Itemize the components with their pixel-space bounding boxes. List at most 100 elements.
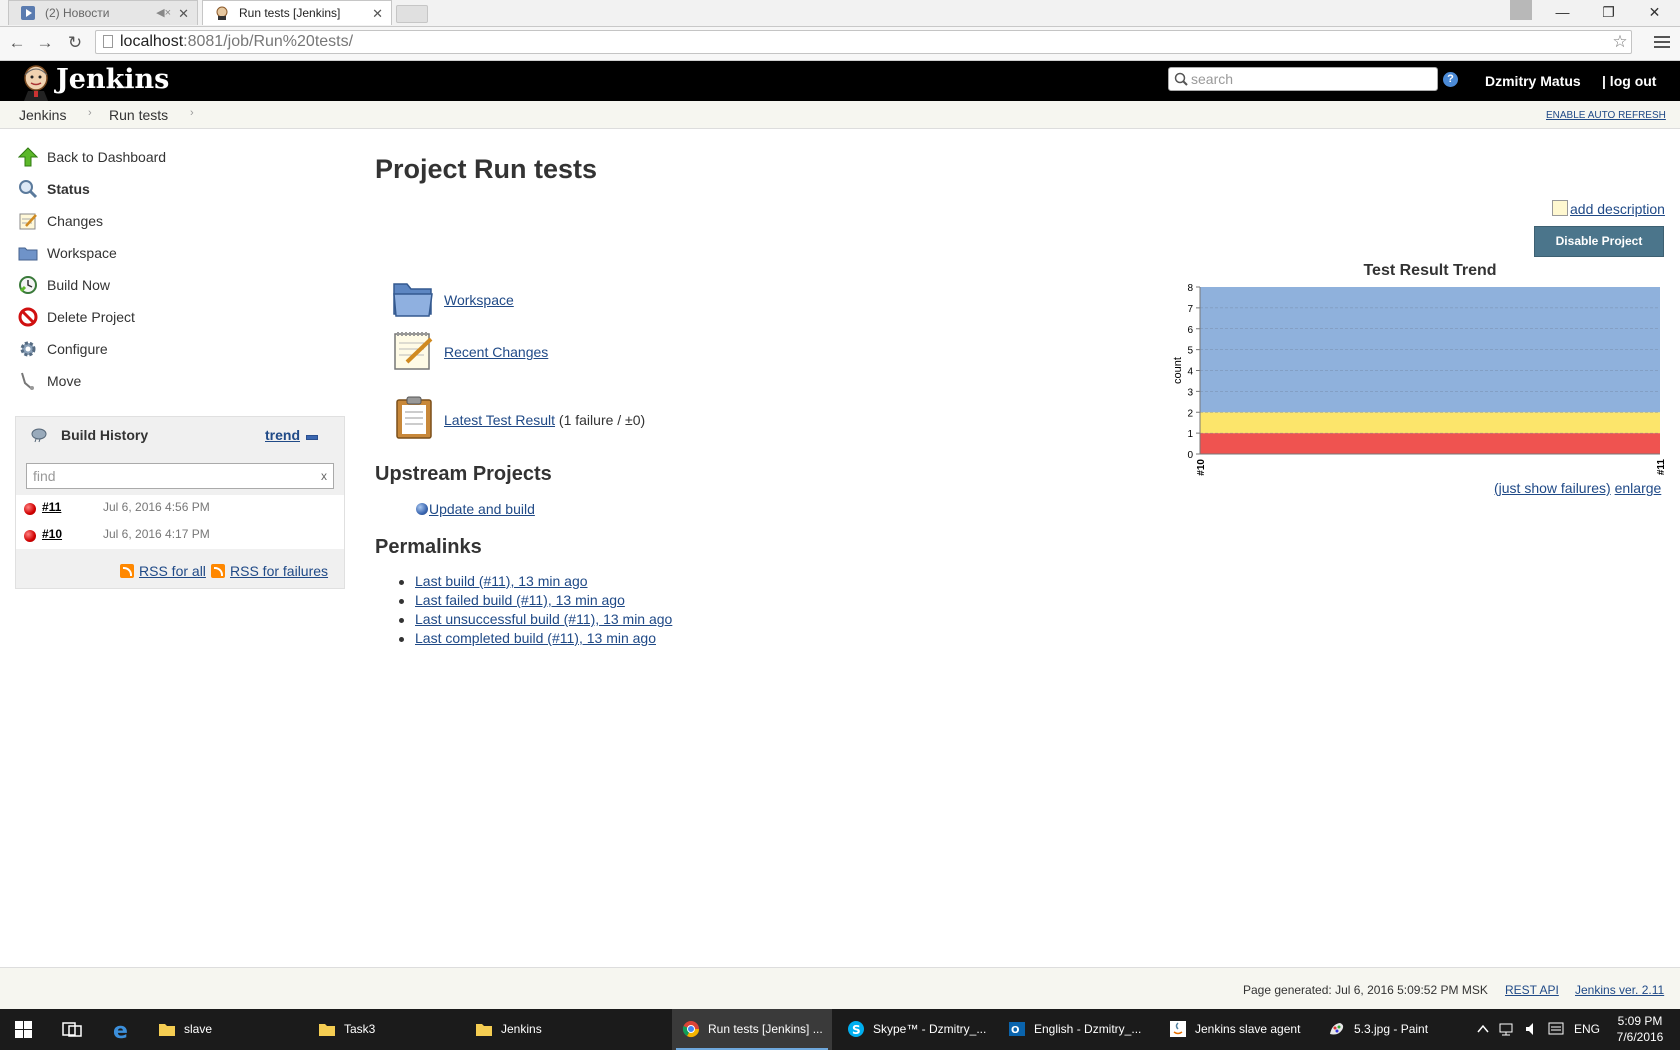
taskbar-item[interactable]: Task3 xyxy=(308,1009,458,1050)
jenkins-title[interactable]: Jenkins xyxy=(56,64,169,95)
page-title: Project Run tests xyxy=(375,154,598,184)
build-date[interactable]: Jul 6, 2016 4:17 PM xyxy=(103,527,210,541)
new-tab-button[interactable] xyxy=(396,5,428,23)
add-description-label: add description xyxy=(1570,201,1665,217)
taskbar-item-label: Jenkins slave agent xyxy=(1195,1022,1301,1036)
youtube-play-icon xyxy=(21,6,35,20)
taskbar-item[interactable]: Run tests [Jenkins] ... xyxy=(672,1009,832,1050)
logout-link[interactable]: | log out xyxy=(1602,73,1656,89)
clipboard-icon[interactable] xyxy=(393,396,437,440)
taskbar-item[interactable]: slave xyxy=(148,1009,298,1050)
chart-links: (just show failures) enlarge xyxy=(1494,480,1661,496)
close-window-button[interactable]: ✕ xyxy=(1632,0,1677,25)
permalink-last-completed-build[interactable]: Last completed build (#11), 13 min ago xyxy=(415,630,656,646)
build-history-trend-link[interactable]: trend xyxy=(265,427,300,443)
speaker-muted-icon[interactable]: ◀× xyxy=(156,1,171,26)
rss-icon[interactable] xyxy=(211,564,225,578)
chrome-icon xyxy=(682,1021,700,1038)
bookmark-star-icon[interactable]: ☆ xyxy=(1609,31,1631,53)
jenkins-logo-icon[interactable] xyxy=(16,63,56,101)
just-show-failures-link[interactable]: (just show failures) xyxy=(1494,480,1611,496)
recent-changes-link[interactable]: Recent Changes xyxy=(444,344,548,360)
svg-text:e: e xyxy=(113,1019,128,1041)
search-input[interactable]: search xyxy=(1168,67,1438,91)
list-item: Last build (#11), 13 min ago xyxy=(395,573,672,592)
build-number-link[interactable]: #10 xyxy=(42,527,62,541)
chevron-up-icon[interactable] xyxy=(1477,1024,1489,1034)
back-arrow-icon[interactable]: ← xyxy=(5,31,29,55)
breadcrumb-run-tests[interactable]: Run tests xyxy=(109,107,168,123)
search-icon xyxy=(1174,72,1188,86)
breadcrumb-separator-icon[interactable]: › xyxy=(190,107,194,119)
minimize-window-button[interactable]: — xyxy=(1540,0,1585,25)
upstream-projects-heading: Upstream Projects xyxy=(375,463,552,485)
weather-cloud-icon xyxy=(31,428,47,443)
rss-icon[interactable] xyxy=(120,564,134,578)
user-name-link[interactable]: Dzmitry Matus xyxy=(1485,73,1581,89)
taskbar-item[interactable]: Jenkins xyxy=(465,1009,615,1050)
system-clock[interactable]: 5:09 PM 7/6/2016 xyxy=(1600,1013,1680,1045)
close-tab-icon[interactable]: ✕ xyxy=(178,1,189,26)
collapse-icon[interactable] xyxy=(306,435,318,440)
close-tab-icon[interactable]: ✕ xyxy=(372,1,383,26)
task-view-icon[interactable] xyxy=(62,1021,82,1038)
task-label: Configure xyxy=(47,341,108,357)
input-language-indicator[interactable]: ENG xyxy=(1574,1022,1600,1036)
help-icon[interactable]: ? xyxy=(1443,72,1458,87)
build-number-link[interactable]: #11 xyxy=(42,500,61,514)
permalink-last-failed-build[interactable]: Last failed build (#11), 13 min ago xyxy=(415,592,625,608)
gear-icon xyxy=(20,341,36,357)
rss-links: RSS for all RSS for failures xyxy=(16,553,344,589)
svg-text:S: S xyxy=(852,1023,861,1037)
rss-for-all-link[interactable]: RSS for all xyxy=(139,563,206,579)
taskbar-item[interactable]: 5.3.jpg - Paint xyxy=(1318,1009,1468,1050)
volume-icon[interactable] xyxy=(1524,1021,1540,1037)
permalink-last-build[interactable]: Last build (#11), 13 min ago xyxy=(415,573,588,589)
workspace-link[interactable]: Workspace xyxy=(444,292,514,308)
tab-title: Run tests [Jenkins] xyxy=(239,6,341,20)
forward-arrow-icon[interactable]: → xyxy=(33,31,57,55)
build-history-find-input[interactable]: find x xyxy=(26,463,334,489)
upstream-project-link[interactable]: Update and build xyxy=(416,501,535,517)
breadcrumb-separator-icon[interactable]: › xyxy=(88,107,92,119)
network-icon[interactable] xyxy=(1498,1021,1516,1037)
jenkins-header: Jenkins search ? Dzmitry Matus | log out xyxy=(0,61,1680,101)
build-date[interactable]: Jul 6, 2016 4:56 PM xyxy=(103,500,210,514)
jenkins-version-link[interactable]: Jenkins ver. 2.11 xyxy=(1575,983,1664,997)
profile-avatar-icon[interactable] xyxy=(1510,0,1532,20)
rest-api-link[interactable]: REST API xyxy=(1505,983,1559,997)
failed-ball-icon[interactable] xyxy=(24,530,36,542)
y-tick-label: 8 xyxy=(1187,283,1193,294)
enable-auto-refresh-link[interactable]: ENABLE AUTO REFRESH xyxy=(1546,110,1666,121)
test-result-trend-chart[interactable]: Test Result Trend 0 1 2 3 4 5 6 7 8 count #10 #11 xyxy=(1168,255,1668,480)
failed-ball-icon[interactable] xyxy=(24,503,36,515)
y-tick-label: 1 xyxy=(1187,429,1193,440)
breadcrumb-jenkins[interactable]: Jenkins xyxy=(19,107,66,123)
disable-project-button[interactable]: Disable Project xyxy=(1534,226,1664,257)
clear-find-icon[interactable]: x xyxy=(321,464,327,488)
latest-test-result-link[interactable]: Latest Test Result xyxy=(444,412,555,428)
taskbar-item[interactable]: S Skype™ - Dzmitry_... xyxy=(837,1009,992,1050)
notepad-icon[interactable] xyxy=(391,329,435,373)
browser-tab-run-tests[interactable]: Run tests [Jenkins] ✕ xyxy=(202,0,392,25)
notifications-icon[interactable] xyxy=(1548,1021,1564,1037)
browser-tab-news[interactable]: (2) Новости ◀× ✕ xyxy=(8,0,198,25)
build-history-list: #11 Jul 6, 2016 4:56 PM #10 Jul 6, 2016 … xyxy=(16,495,344,549)
enlarge-link[interactable]: enlarge xyxy=(1615,480,1662,496)
address-bar[interactable]: localhost:8081/job/Run%20tests/ ☆ xyxy=(95,30,1632,54)
taskbar-item[interactable]: Jenkins slave agent xyxy=(1159,1009,1314,1050)
add-description-link[interactable]: add description xyxy=(1552,200,1665,217)
restore-window-button[interactable]: ❐ xyxy=(1586,0,1631,25)
permalink-last-unsuccessful-build[interactable]: Last unsuccessful build (#11), 13 min ag… xyxy=(415,611,672,627)
taskbar-item-label: English - Dzmitry_... xyxy=(1034,1022,1142,1036)
y-tick-label: 5 xyxy=(1187,346,1193,357)
folder-icon[interactable] xyxy=(391,276,435,320)
browser-menu-icon[interactable] xyxy=(1654,33,1670,51)
edge-browser-icon[interactable]: e xyxy=(111,1019,133,1041)
windows-start-icon[interactable] xyxy=(15,1021,32,1038)
rss-for-failures-link[interactable]: RSS for failures xyxy=(230,563,328,579)
skype-icon: S xyxy=(848,1021,864,1037)
taskbar-item[interactable]: O English - Dzmitry_... xyxy=(998,1009,1153,1050)
folder-icon xyxy=(319,1024,335,1036)
reload-icon[interactable]: ↻ xyxy=(63,31,87,55)
